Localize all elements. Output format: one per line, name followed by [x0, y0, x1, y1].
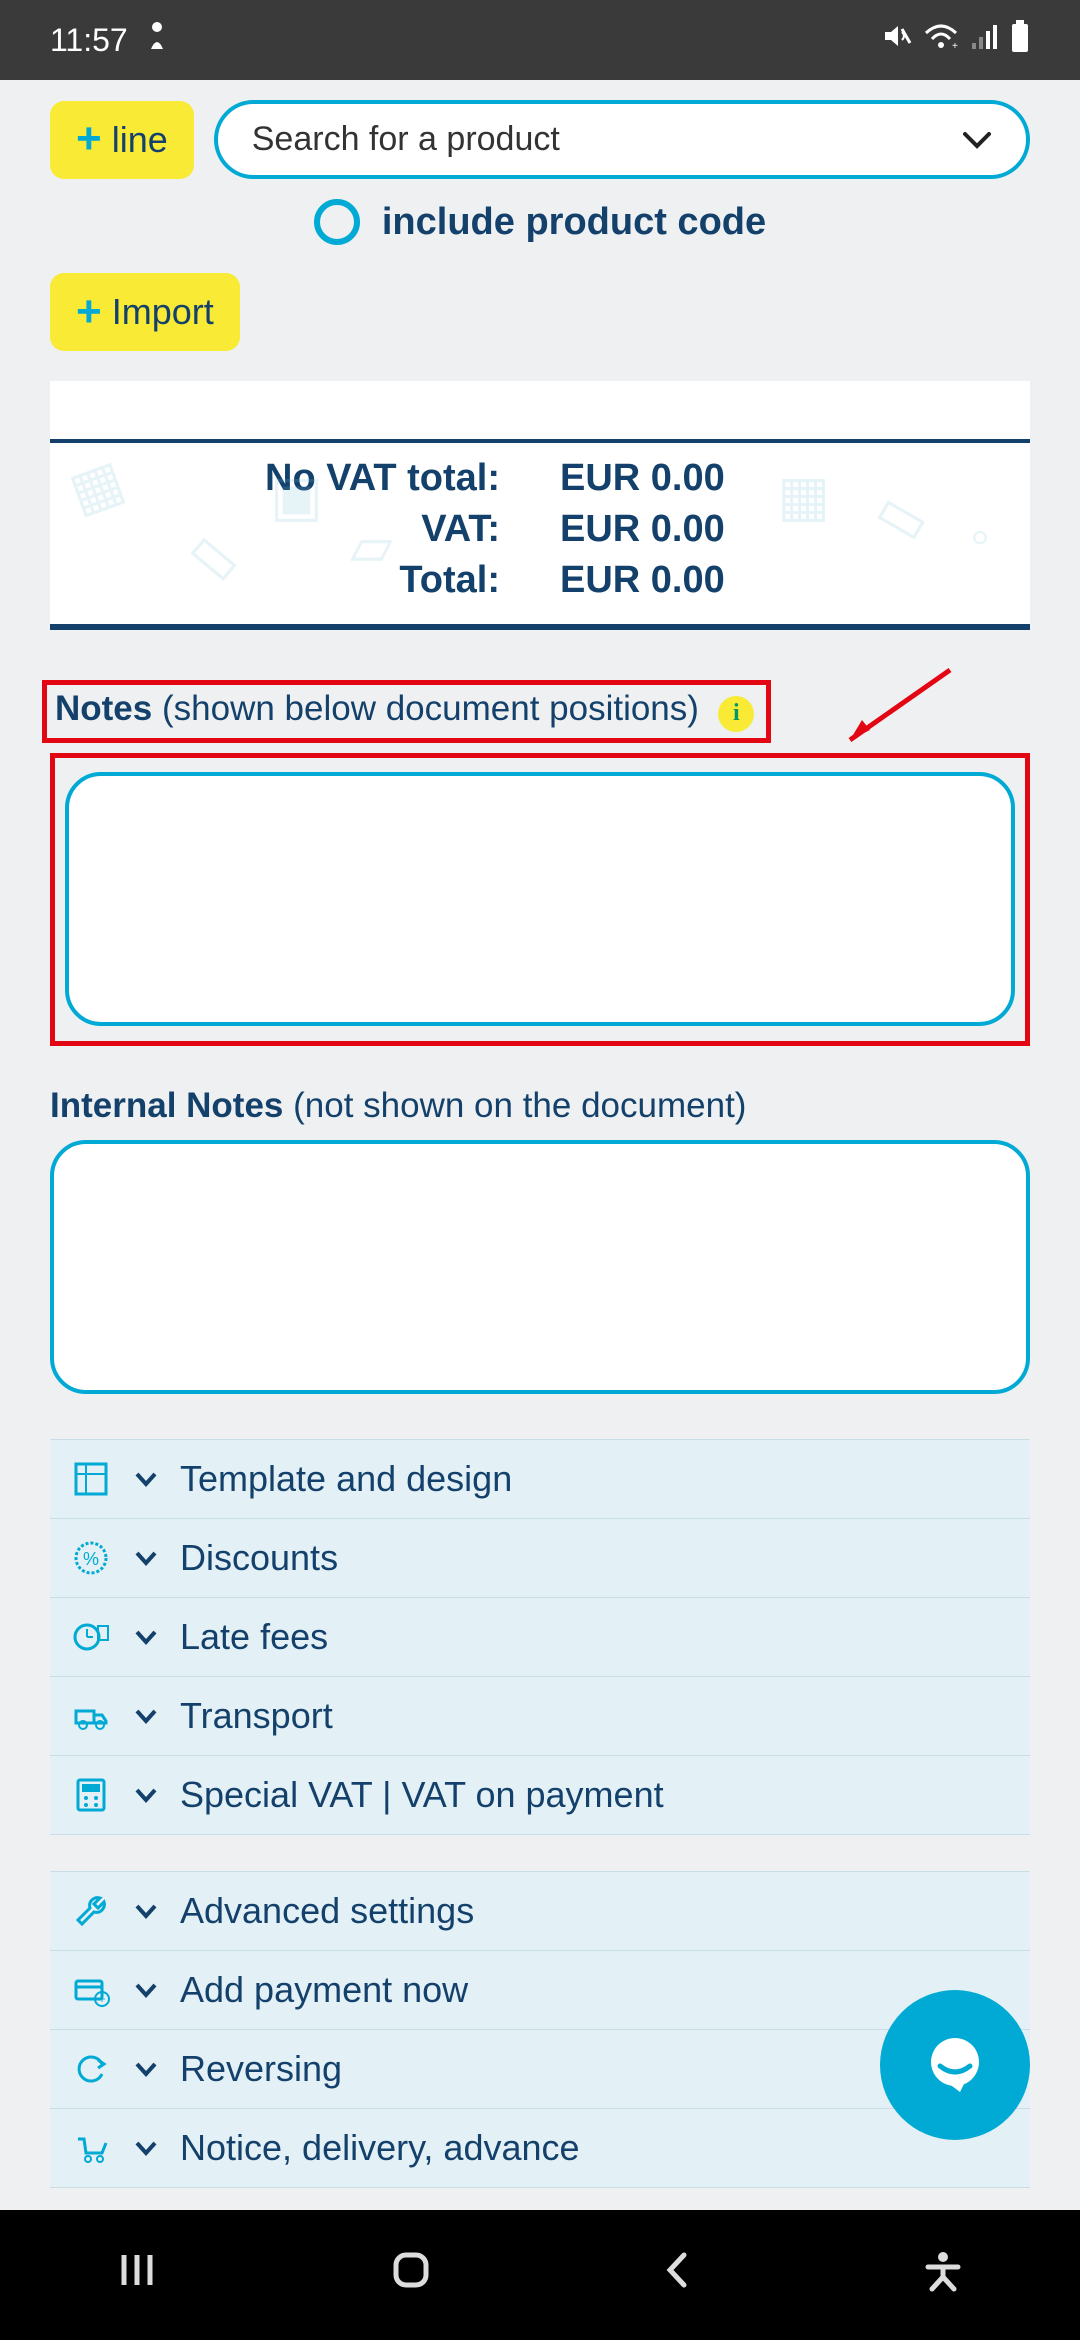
svg-text:%: %: [83, 1549, 99, 1569]
import-button[interactable]: + Import: [50, 273, 240, 351]
accordion-label: Special VAT | VAT on payment: [180, 1774, 664, 1816]
chevron-down-icon: [134, 1542, 158, 1573]
accordion-label: Discounts: [180, 1537, 338, 1579]
internal-title: Internal Notes: [50, 1086, 283, 1125]
android-navbar: [0, 2210, 1080, 2340]
chevron-down-icon: [134, 2132, 158, 2163]
accordion-advanced-settings[interactable]: Advanced settings: [50, 1871, 1030, 1951]
include-code-radio[interactable]: [314, 199, 360, 245]
plus-icon: +: [76, 297, 102, 328]
accordion-late-fees[interactable]: Late fees: [50, 1597, 1030, 1677]
accordion-special-vat[interactable]: Special VAT | VAT on payment: [50, 1755, 1030, 1835]
chevron-down-icon: [134, 1621, 158, 1652]
truck-icon: [70, 1697, 112, 1735]
accordion-group-2: Advanced settings + Add payment now Reve…: [50, 1871, 1030, 2188]
total-label: Total:: [90, 559, 530, 602]
svg-text:+: +: [952, 41, 958, 51]
back-button[interactable]: [662, 2247, 692, 2303]
accordion-label: Late fees: [180, 1616, 328, 1658]
accessibility-button[interactable]: [920, 2247, 966, 2303]
mute-icon: [882, 21, 912, 59]
discount-icon: %: [70, 1539, 112, 1577]
home-button[interactable]: [388, 2247, 434, 2303]
chat-fab[interactable]: [880, 1990, 1030, 2140]
annotation-arrow-icon: [830, 660, 960, 759]
battery-icon: [1010, 20, 1030, 60]
totals-card: ▦ ▭ ▣ ▱ ▦ ▭ ◦ No VAT total: EUR 0.00 VAT…: [50, 381, 1030, 630]
app-indicator-icon: [144, 21, 170, 59]
internal-notes-textarea[interactable]: [50, 1140, 1030, 1394]
add-line-button[interactable]: + line: [50, 101, 194, 179]
wrench-icon: [70, 1892, 112, 1930]
notes-title: Notes: [55, 689, 152, 728]
template-icon: [70, 1460, 112, 1498]
add-line-label: line: [112, 119, 168, 161]
notes-textarea[interactable]: [65, 772, 1015, 1026]
status-time: 11:57: [50, 22, 128, 59]
accordion-add-payment[interactable]: + Add payment now: [50, 1950, 1030, 2030]
accordion-label: Transport: [180, 1695, 333, 1737]
notes-label-highlight: Notes (shown below document positions) i: [42, 680, 771, 743]
plus-icon: +: [76, 124, 102, 155]
chevron-down-icon: [962, 120, 992, 159]
chevron-down-icon: [134, 1779, 158, 1810]
chevron-down-icon: [134, 1463, 158, 1494]
signal-icon: [970, 22, 998, 59]
product-search[interactable]: Search for a product: [214, 100, 1030, 179]
accordion-group-1: Template and design % Discounts Late fee…: [50, 1439, 1030, 1835]
status-bar: 11:57 +: [0, 0, 1080, 80]
chevron-down-icon: [134, 1895, 158, 1926]
cart-icon: [70, 2129, 112, 2167]
accordion-label: Template and design: [180, 1458, 512, 1500]
svg-text:+: +: [98, 1992, 105, 2006]
calculator-icon: [70, 1776, 112, 1814]
recents-button[interactable]: [114, 2247, 160, 2303]
accordion-label: Advanced settings: [180, 1890, 474, 1932]
accordion-discounts[interactable]: % Discounts: [50, 1518, 1030, 1598]
wifi-icon: +: [924, 22, 958, 59]
accordion-label: Add payment now: [180, 1969, 468, 2011]
search-placeholder: Search for a product: [252, 120, 560, 159]
latefee-icon: [70, 1618, 112, 1656]
include-code-label: include product code: [382, 201, 766, 244]
chat-icon: [920, 2030, 990, 2100]
card-icon: +: [70, 1971, 112, 2009]
accordion-transport[interactable]: Transport: [50, 1676, 1030, 1756]
undo-icon: [70, 2050, 112, 2088]
import-label: Import: [112, 291, 214, 333]
chevron-down-icon: [134, 1974, 158, 2005]
notes-subtitle: (shown below document positions): [162, 689, 699, 728]
accordion-template-design[interactable]: Template and design: [50, 1439, 1030, 1519]
info-icon[interactable]: i: [718, 696, 754, 732]
accordion-label: Reversing: [180, 2048, 342, 2090]
accordion-notice-delivery[interactable]: Notice, delivery, advance: [50, 2108, 1030, 2188]
internal-subtitle: (not shown on the document): [293, 1086, 746, 1125]
accordion-label: Notice, delivery, advance: [180, 2127, 580, 2169]
chevron-down-icon: [134, 1700, 158, 1731]
notes-highlight-box: [50, 753, 1030, 1046]
chevron-down-icon: [134, 2053, 158, 2084]
total-value: EUR 0.00: [530, 559, 990, 602]
